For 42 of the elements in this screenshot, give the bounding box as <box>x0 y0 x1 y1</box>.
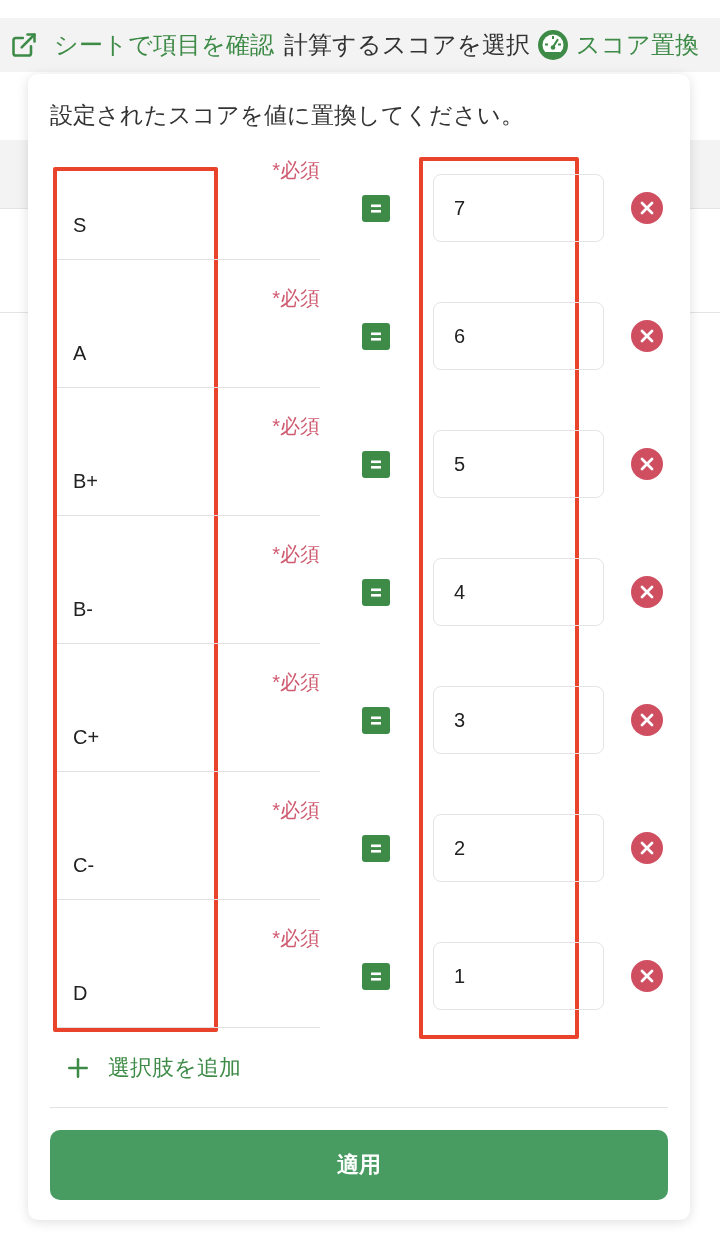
required-label: *必須 <box>272 286 320 311</box>
required-label: *必須 <box>272 158 320 183</box>
score-replace-link[interactable]: スコア置換 <box>538 30 699 60</box>
value-field[interactable]: 1 <box>433 942 604 1010</box>
required-label: *必須 <box>272 414 320 439</box>
option-field[interactable]: C+ <box>57 696 320 772</box>
required-label: *必須 <box>272 798 320 823</box>
delete-icon[interactable] <box>631 576 663 608</box>
sheet-link[interactable]: シートで項目を確認 <box>10 30 274 60</box>
value-field[interactable]: 2 <box>433 814 604 882</box>
equals-icon <box>362 450 390 478</box>
popover-description: 設定されたスコアを値に置換してください。 <box>50 101 525 130</box>
value-field[interactable]: 5 <box>433 430 604 498</box>
external-link-icon <box>10 31 38 59</box>
delete-icon[interactable] <box>631 320 663 352</box>
delete-icon[interactable] <box>631 448 663 480</box>
option-field[interactable]: A <box>57 312 320 388</box>
equals-icon <box>362 322 390 350</box>
equals-icon <box>362 962 390 990</box>
delete-icon[interactable] <box>631 960 663 992</box>
required-label: *必須 <box>272 670 320 695</box>
option-field[interactable]: S <box>57 184 320 260</box>
equals-icon <box>362 834 390 862</box>
required-label: *必須 <box>272 542 320 567</box>
value-field[interactable]: 3 <box>433 686 604 754</box>
value-field[interactable]: 4 <box>433 558 604 626</box>
toolbar-title: 計算するスコアを選択 <box>284 30 530 60</box>
option-field[interactable]: B- <box>57 568 320 644</box>
add-option-button[interactable]: 選択肢を追加 <box>63 1052 241 1083</box>
option-field[interactable]: C- <box>57 824 320 900</box>
value-field[interactable]: 7 <box>433 174 604 242</box>
option-field[interactable]: B+ <box>57 440 320 516</box>
equals-icon <box>362 578 390 606</box>
delete-icon[interactable] <box>631 832 663 864</box>
gauge-icon <box>538 30 568 60</box>
delete-icon[interactable] <box>631 704 663 736</box>
equals-icon <box>362 706 390 734</box>
equals-icon <box>362 194 390 222</box>
required-label: *必須 <box>272 926 320 951</box>
value-field[interactable]: 6 <box>433 302 604 370</box>
delete-icon[interactable] <box>631 192 663 224</box>
option-field[interactable]: D <box>57 952 320 1028</box>
